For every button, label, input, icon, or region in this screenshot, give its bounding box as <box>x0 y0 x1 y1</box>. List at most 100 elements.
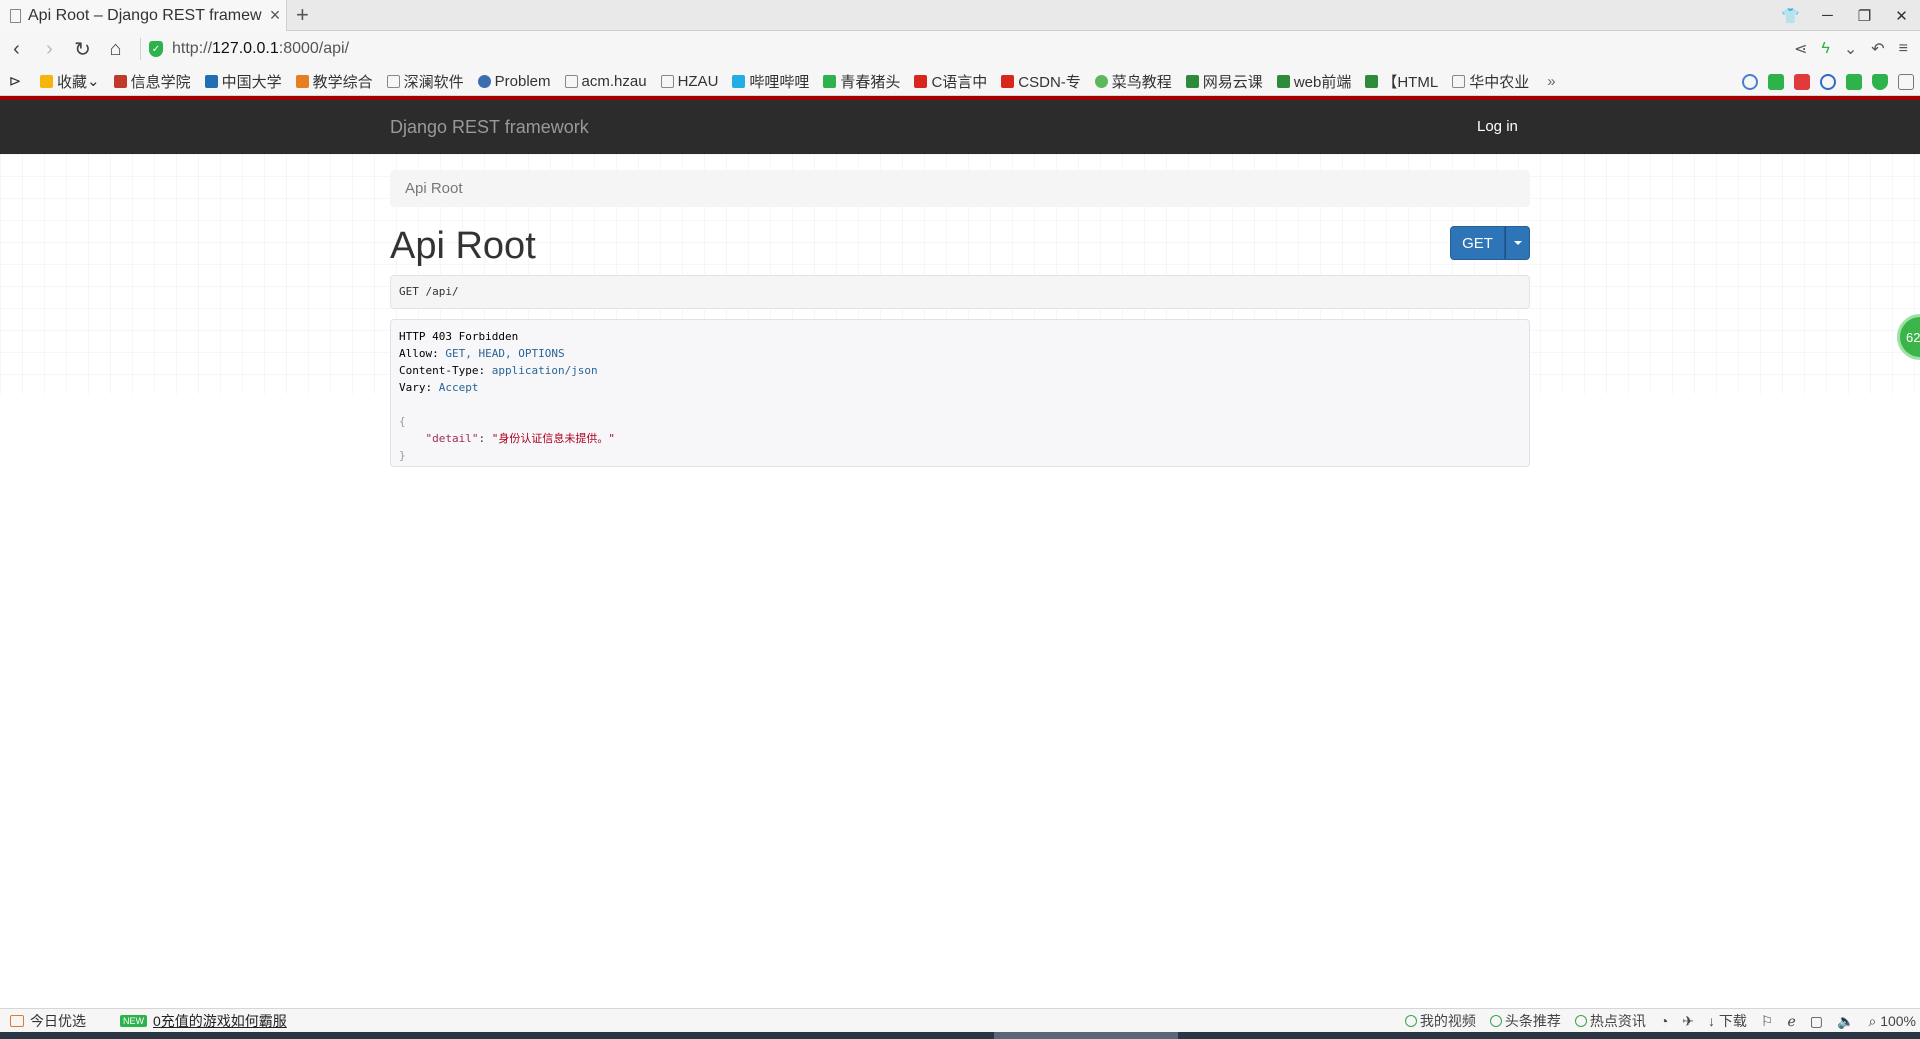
minimize-icon[interactable]: ─ <box>1809 0 1846 31</box>
tab-title: Api Root – Django REST framew <box>28 6 262 24</box>
floating-speed-ball[interactable]: 62 <box>1897 314 1920 360</box>
page-icon <box>10 8 21 23</box>
bookmark-item[interactable]: 哔哩哔哩 <box>732 71 809 92</box>
back-icon[interactable]: ‹ <box>0 33 33 65</box>
star-icon <box>40 74 53 88</box>
bookmark-icon <box>1365 74 1379 88</box>
bookmark-item[interactable]: C语言中 <box>914 71 987 92</box>
new-badge: NEW <box>120 1014 147 1027</box>
page-content: Api Root Api Root GET GET /api/ HTTP 403… <box>0 154 1920 1008</box>
zoom-control[interactable]: ⌕ 100% <box>1868 1013 1916 1030</box>
bookmark-item[interactable]: HZAU <box>660 73 718 90</box>
bookmark-item[interactable]: 华中农业 <box>1452 71 1529 92</box>
bookmark-item[interactable]: 中国大学 <box>204 71 282 92</box>
brand-link[interactable]: Django REST framework <box>390 100 589 154</box>
bookmark-icon <box>823 74 837 88</box>
headline-button[interactable]: 头条推荐 <box>1489 1011 1561 1031</box>
minus-circle-icon[interactable] <box>1742 73 1758 90</box>
close-tab-icon[interactable]: × <box>264 5 286 26</box>
undo-icon[interactable]: ↶ <box>1871 39 1884 59</box>
bookmark-icon <box>477 74 491 88</box>
scissors-icon[interactable] <box>1794 73 1810 90</box>
flag-icon[interactable]: ⚐ <box>1761 1013 1774 1030</box>
response-info: HTTP 403 Forbidden Allow: GET, HEAD, OPT… <box>390 319 1530 467</box>
today-picks-link[interactable]: 今日优选 <box>30 1011 86 1031</box>
shirt-icon[interactable]: 👕 <box>1772 0 1809 31</box>
page-icon <box>660 74 674 88</box>
json-close-brace: } <box>399 449 406 462</box>
translate-icon[interactable] <box>1768 73 1784 90</box>
response-status: HTTP 403 Forbidden <box>399 330 519 343</box>
format-dropdown-button[interactable] <box>1505 226 1530 260</box>
get-button[interactable]: GET <box>1450 226 1505 260</box>
bookmark-icon <box>295 74 309 88</box>
bookmark-icon <box>914 74 928 88</box>
bookmark-icon <box>204 74 218 88</box>
search-icon[interactable] <box>1820 73 1836 90</box>
sidebar-toggle-icon[interactable]: ⊳ <box>0 72 30 90</box>
menu-icon[interactable]: ≡ <box>1899 40 1908 58</box>
address-bar[interactable]: ✓ http://127.0.0.1:8000/api/ <box>149 35 1679 63</box>
breadcrumb-item[interactable]: Api Root <box>405 180 463 197</box>
request-info: GET /api/ <box>390 275 1530 309</box>
bookmark-icon <box>113 74 127 88</box>
grid-icon[interactable] <box>1898 73 1914 90</box>
hot-news-button[interactable]: 热点资讯 <box>1574 1011 1646 1031</box>
reload-icon[interactable]: ↻ <box>66 33 99 65</box>
url-prefix: http:// <box>172 40 213 57</box>
restore-icon[interactable]: ❐ <box>1846 0 1883 31</box>
forward-icon[interactable]: › <box>33 33 66 65</box>
bilibili-icon <box>732 74 746 88</box>
header-vary-value: Accept <box>438 381 479 394</box>
speed-icon[interactable]: ◔ <box>1660 1013 1668 1029</box>
bookmarks-more-button[interactable]: » <box>1547 73 1555 90</box>
lightning-icon[interactable]: ϟ <box>1821 40 1829 58</box>
bookmark-item[interactable]: 教学综合 <box>295 71 373 92</box>
my-videos-button[interactable]: 我的视频 <box>1404 1011 1476 1031</box>
volume-icon[interactable]: 🔈 <box>1837 1013 1854 1030</box>
extension-icons <box>1742 67 1914 95</box>
download-button[interactable]: ↓ 下载 <box>1708 1011 1747 1031</box>
play-icon <box>1404 1015 1417 1027</box>
page-background <box>0 394 1920 1008</box>
bookmark-item[interactable]: web前端 <box>1276 71 1351 92</box>
json-value: "身份认证信息未提供。" <box>491 432 615 445</box>
bookmark-item[interactable]: 【HTML <box>1365 71 1438 92</box>
bookmark-item[interactable]: 网易云课 <box>1185 71 1263 92</box>
window-icon[interactable]: ▢ <box>1810 1013 1823 1030</box>
bookmark-item[interactable]: 深澜软件 <box>386 71 464 92</box>
browser-titlebar: Api Root – Django REST framew × + 👕 ─ ❐ … <box>0 0 1920 31</box>
ie-icon[interactable]: ℯ <box>1787 1013 1795 1030</box>
pin-icon[interactable]: ✈ <box>1682 1013 1694 1030</box>
chevron-down-icon[interactable]: ⌄ <box>1844 39 1857 59</box>
game-icon[interactable] <box>1846 73 1862 90</box>
bookmark-item[interactable]: 收藏 ⌄ <box>40 71 100 92</box>
json-separator: : <box>478 432 492 445</box>
statusbar-right: 我的视频 头条推荐 热点资讯 ◔ ✈ ↓ 下载 ⚐ ℯ ▢ 🔈 ⌕ 100% <box>1404 1009 1916 1033</box>
bookmarks-bar: ⊳ 收藏 ⌄ 信息学院 中国大学 教学综合 深澜软件 Problem acm.h… <box>0 67 1920 96</box>
url-host: 127.0.0.1 <box>212 40 279 57</box>
bookmark-icon <box>1276 74 1290 88</box>
gift-icon <box>10 1014 24 1027</box>
bookmark-item[interactable]: acm.hzau <box>564 73 647 90</box>
shield-icon[interactable] <box>1872 73 1888 90</box>
new-tab-button[interactable]: + <box>296 3 309 27</box>
os-taskbar <box>0 1032 1920 1039</box>
play-icon <box>1489 1015 1502 1027</box>
taskbar-active-item[interactable] <box>994 1032 1178 1039</box>
drf-navbar: Django REST framework Log in <box>0 96 1920 154</box>
close-window-icon[interactable]: ✕ <box>1883 0 1920 31</box>
browser-tab[interactable]: Api Root – Django REST framew × <box>0 0 287 31</box>
login-link[interactable]: Log in <box>1477 100 1518 154</box>
bookmark-item[interactable]: 菜鸟教程 <box>1094 71 1172 92</box>
bookmark-item[interactable]: CSDN-专 <box>1001 71 1081 92</box>
header-content-type-key: Content-Type: <box>399 364 486 377</box>
news-link[interactable]: 0充值的游戏如何霸服 <box>153 1011 287 1031</box>
bookmark-item[interactable]: 青春猪头 <box>823 71 900 92</box>
header-allow-key: Allow: <box>399 347 439 360</box>
share-icon[interactable]: ⋖ <box>1794 39 1807 59</box>
bookmark-item[interactable]: 信息学院 <box>113 71 191 92</box>
home-icon[interactable]: ⌂ <box>99 33 132 65</box>
toolbar-right: ⋖ ϟ ⌄ ↶ ≡ <box>1794 31 1908 67</box>
bookmark-item[interactable]: Problem <box>477 73 551 90</box>
